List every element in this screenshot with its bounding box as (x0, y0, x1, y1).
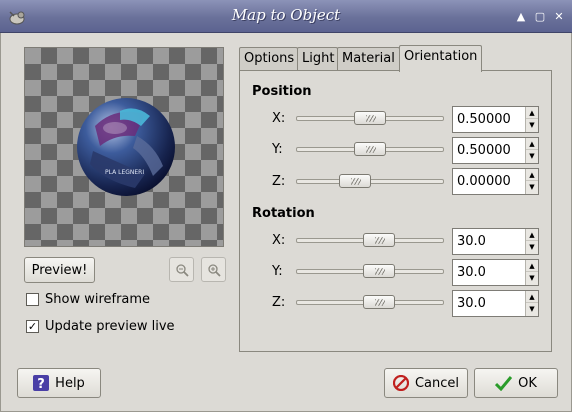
preview-area: PLA LEGNERI (24, 47, 224, 247)
help-icon: ? (33, 375, 50, 391)
position-x-label: X: (272, 111, 286, 126)
rotation-y-label: Y: (272, 264, 283, 279)
spin-down-icon[interactable]: ▼ (526, 150, 538, 162)
ok-check-icon (495, 376, 513, 391)
rotation-z-slider-thumb[interactable] (363, 295, 396, 309)
rotation-x-label: X: (272, 233, 286, 248)
update-preview-live-checkbox[interactable]: ✓ Update preview live (26, 319, 175, 334)
spin-up-icon[interactable]: ▲ (526, 138, 538, 150)
cancel-button-label: Cancel (414, 375, 460, 391)
position-x-slider-thumb[interactable] (354, 111, 386, 125)
rotation-y-slider-thumb[interactable] (363, 264, 396, 278)
spin-down-icon[interactable]: ▼ (526, 272, 538, 284)
position-z-label: Z: (272, 174, 286, 189)
rotation-y-spinbox[interactable]: 30.0 ▲ ▼ (452, 259, 539, 286)
rotation-x-value[interactable]: 30.0 (457, 234, 486, 249)
tab-options[interactable]: Options (239, 47, 298, 71)
help-button[interactable]: ? Help (17, 368, 101, 398)
spin-up-icon[interactable]: ▲ (526, 291, 538, 303)
update-preview-live-box[interactable]: ✓ (26, 320, 39, 333)
preview-button[interactable]: Preview! (24, 257, 95, 283)
spin-down-icon[interactable]: ▼ (526, 181, 538, 193)
spin-up-icon[interactable]: ▲ (526, 169, 538, 181)
preview-sphere: PLA LEGNERI (77, 98, 175, 196)
rotation-z-value[interactable]: 30.0 (457, 296, 486, 311)
shade-icon[interactable]: ▲ (514, 10, 528, 24)
position-y-spinbox[interactable]: 0.50000 ▲ ▼ (452, 137, 539, 164)
rotation-heading: Rotation (252, 206, 315, 221)
spin-down-icon[interactable]: ▼ (526, 119, 538, 131)
tab-material[interactable]: Material (337, 47, 400, 71)
ok-button-label: OK (518, 375, 537, 391)
position-x-value[interactable]: 0.50000 (457, 112, 511, 127)
svg-text:?: ? (37, 377, 45, 391)
cancel-icon (392, 375, 409, 391)
help-button-label: Help (55, 375, 85, 391)
position-y-value[interactable]: 0.50000 (457, 143, 511, 158)
position-y-label: Y: (272, 142, 283, 157)
position-heading: Position (252, 84, 312, 99)
spin-down-icon[interactable]: ▼ (526, 241, 538, 253)
position-z-slider-thumb[interactable] (338, 174, 371, 188)
spin-up-icon[interactable]: ▲ (526, 107, 538, 119)
show-wireframe-label: Show wireframe (45, 292, 151, 307)
zoom-in-button[interactable] (201, 257, 226, 282)
position-y-slider-thumb[interactable] (354, 142, 386, 156)
ok-button[interactable]: OK (474, 368, 558, 398)
tab-light[interactable]: Light (297, 47, 338, 71)
rotation-z-label: Z: (272, 295, 286, 310)
rotation-z-spinbox[interactable]: 30.0 ▲ ▼ (452, 290, 539, 317)
position-z-value[interactable]: 0.00000 (457, 174, 511, 189)
preview-button-label: Preview! (31, 262, 88, 278)
title-bar: Map to Object ▲ ▢ ✕ (0, 0, 572, 33)
zoom-in-icon (207, 263, 221, 277)
zoom-out-icon (175, 263, 189, 277)
spin-up-icon[interactable]: ▲ (526, 260, 538, 272)
window-title: Map to Object (231, 6, 341, 24)
spin-down-icon[interactable]: ▼ (526, 303, 538, 315)
zoom-out-button[interactable] (169, 257, 194, 282)
update-preview-live-label: Update preview live (45, 319, 175, 334)
position-x-spinbox[interactable]: 0.50000 ▲ ▼ (452, 106, 539, 133)
show-wireframe-checkbox[interactable]: Show wireframe (26, 292, 150, 307)
rotation-x-spinbox[interactable]: 30.0 ▲ ▼ (452, 228, 539, 255)
svg-text:PLA LEGNERI: PLA LEGNERI (105, 169, 144, 176)
show-wireframe-box[interactable] (26, 293, 39, 306)
rotation-x-slider-thumb[interactable] (363, 233, 396, 247)
cancel-button[interactable]: Cancel (384, 368, 468, 398)
close-icon[interactable]: ✕ (552, 10, 566, 24)
spin-up-icon[interactable]: ▲ (526, 229, 538, 241)
rotation-y-value[interactable]: 30.0 (457, 265, 486, 280)
maximize-icon[interactable]: ▢ (533, 10, 547, 24)
tab-orientation[interactable]: Orientation (399, 45, 482, 72)
position-z-spinbox[interactable]: 0.00000 ▲ ▼ (452, 168, 539, 195)
